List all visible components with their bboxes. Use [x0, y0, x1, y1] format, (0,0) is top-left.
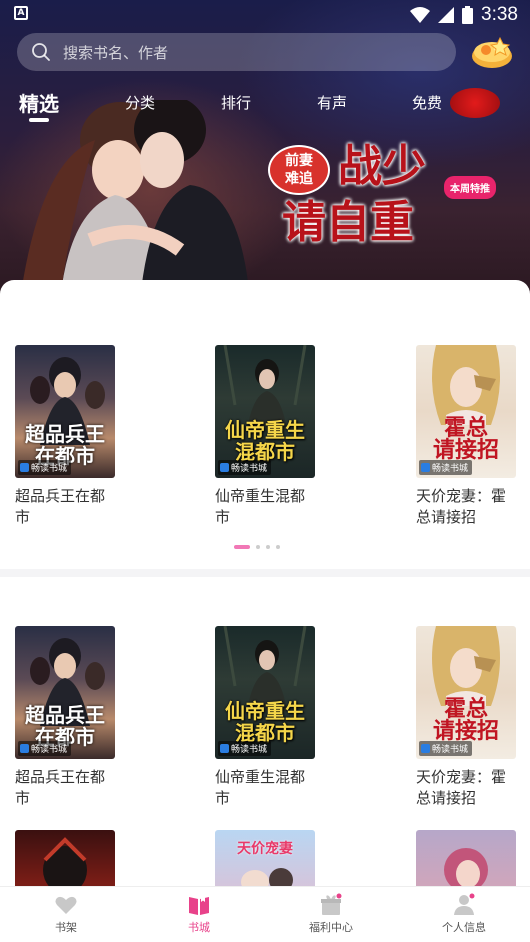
cover-art	[241, 868, 293, 886]
banner-title-line1: 战少	[338, 141, 426, 192]
status-bar: A 3:38	[0, 0, 530, 30]
publisher-name: 畅读书城	[31, 464, 68, 474]
carousel-dot[interactable]	[276, 545, 280, 549]
book-title: 天价宠妻：霍总请接招	[416, 768, 507, 807]
publisher-logo-icon	[421, 744, 430, 753]
publisher-badge: 畅读书城	[18, 741, 72, 756]
book-card[interactable]: 霍总 请接招 畅读书城 天价宠妻：霍总请接招	[416, 626, 516, 809]
publisher-badge: 畅读书城	[18, 460, 72, 475]
publisher-badge: 畅读书城	[218, 460, 272, 475]
book-card[interactable]: 天价宠妻	[215, 830, 315, 886]
book-card[interactable]	[416, 830, 516, 886]
cover-title: 仙帝重生 混都市	[225, 699, 305, 745]
content-area: 超品兵王 在都市 畅读书城 超品兵王在都市 仙帝重生 混都市 畅读书城 仙帝重生…	[0, 280, 530, 890]
carousel-indicator	[234, 545, 280, 549]
book-card[interactable]: 霍总 请接招 畅读书城 天价宠妻：霍总请接招	[416, 345, 516, 528]
person-icon	[454, 893, 475, 915]
nav-profile[interactable]: 个人信息	[424, 893, 504, 935]
book-title: 超品兵王在都市	[15, 487, 106, 526]
carousel-dot[interactable]	[266, 545, 270, 549]
nav-bookstore[interactable]: 书城	[159, 893, 239, 935]
carousel-dot[interactable]	[234, 545, 250, 549]
nav-rewards[interactable]: 福利中心	[291, 893, 371, 935]
book-cover: 天价宠妻	[215, 830, 315, 886]
book-card[interactable]: 超品兵王 在都市 畅读书城 超品兵王在都市	[15, 345, 115, 528]
banner-badge-text: 前妻 难追	[285, 153, 313, 187]
cover-title: 仙帝重生 混都市	[225, 418, 305, 464]
heart-icon	[55, 896, 77, 914]
nav-label: 福利中心	[309, 921, 353, 934]
cover-art	[444, 848, 488, 886]
carousel-dot[interactable]	[256, 545, 260, 549]
category-tabs: 精选 分类 排行 有声 免费	[0, 88, 530, 122]
banner-tag: 本周特推	[444, 176, 496, 199]
hero-banner[interactable]: A 3:38 搜索书名、作者 精选 分类 排行 有声 免费 前妻 难追 战少 请…	[0, 0, 530, 300]
publisher-logo-icon	[20, 744, 29, 753]
status-time: 3:38	[481, 4, 518, 25]
publisher-badge: 畅读书城	[419, 460, 473, 475]
cover-title: 霍总 请接招	[432, 415, 499, 463]
tab-ranking[interactable]: 排行	[221, 92, 251, 113]
publisher-logo-icon	[220, 463, 229, 472]
book-card[interactable]: 仙帝重生 混都市 畅读书城 仙帝重生混都市	[215, 345, 315, 528]
nav-label: 书架	[55, 921, 77, 934]
book-row-partial: 天价宠妻	[0, 830, 530, 886]
banner-illustration	[20, 100, 250, 300]
book-icon	[189, 895, 209, 915]
publisher-name: 畅读书城	[231, 464, 268, 474]
nav-bookshelf[interactable]: 书架	[26, 893, 106, 935]
book-cover	[15, 830, 115, 886]
nav-label: 个人信息	[442, 921, 486, 934]
publisher-name: 畅读书城	[432, 745, 469, 755]
tab-category[interactable]: 分类	[125, 92, 155, 113]
tab-featured[interactable]: 精选	[19, 88, 59, 117]
book-cover: 霍总 请接招 畅读书城	[416, 626, 516, 759]
battery-icon	[462, 6, 474, 24]
daily-gift-icon[interactable]	[470, 34, 514, 70]
section-divider	[0, 569, 530, 577]
banner-title-art: 前妻 难追 战少 请自重 本周特推	[268, 130, 508, 250]
book-title: 仙帝重生混都市	[215, 487, 306, 526]
book-cover: 仙帝重生 混都市 畅读书城	[215, 345, 315, 478]
publisher-logo-icon	[421, 463, 430, 472]
book-cover	[416, 830, 516, 886]
book-card[interactable]	[15, 830, 115, 886]
publisher-logo-icon	[20, 463, 29, 472]
book-title: 仙帝重生混都市	[215, 768, 306, 807]
search-input[interactable]: 搜索书名、作者	[17, 33, 456, 71]
book-cover: 仙帝重生 混都市 畅读书城	[215, 626, 315, 759]
book-card[interactable]: 仙帝重生 混都市 畅读书城 仙帝重生混都市	[215, 626, 315, 809]
publisher-badge: 畅读书城	[218, 741, 272, 756]
tab-free[interactable]: 免费	[412, 92, 442, 113]
signal-icon	[438, 7, 455, 23]
publisher-name: 畅读书城	[31, 745, 68, 755]
search-icon	[32, 43, 50, 61]
cover-title: 霍总 请接招	[432, 696, 499, 744]
publisher-name: 畅读书城	[432, 464, 469, 474]
book-cover: 霍总 请接招 畅读书城	[416, 345, 516, 478]
gift-box-icon	[321, 893, 342, 915]
bottom-navigation: 书架 书城 福利中心 个人信息	[0, 886, 530, 942]
book-cover: 超品兵王 在都市 畅读书城	[15, 345, 115, 478]
publisher-name: 畅读书城	[231, 745, 268, 755]
publisher-badge: 畅读书城	[419, 741, 473, 756]
search-placeholder: 搜索书名、作者	[63, 44, 169, 62]
book-title: 超品兵王在都市	[15, 768, 106, 807]
banner-title-line2: 请自重	[282, 197, 414, 248]
book-cover: 超品兵王 在都市 畅读书城	[15, 626, 115, 759]
app-notification-icon: A	[14, 6, 28, 20]
active-tab-indicator	[29, 118, 49, 122]
cover-art	[43, 837, 87, 886]
book-title: 天价宠妻：霍总请接招	[416, 487, 507, 526]
publisher-logo-icon	[220, 744, 229, 753]
tab-audio[interactable]: 有声	[317, 92, 347, 113]
nav-label: 书城	[188, 921, 210, 934]
book-card[interactable]: 超品兵王 在都市 畅读书城 超品兵王在都市	[15, 626, 115, 809]
wifi-icon	[410, 7, 431, 23]
